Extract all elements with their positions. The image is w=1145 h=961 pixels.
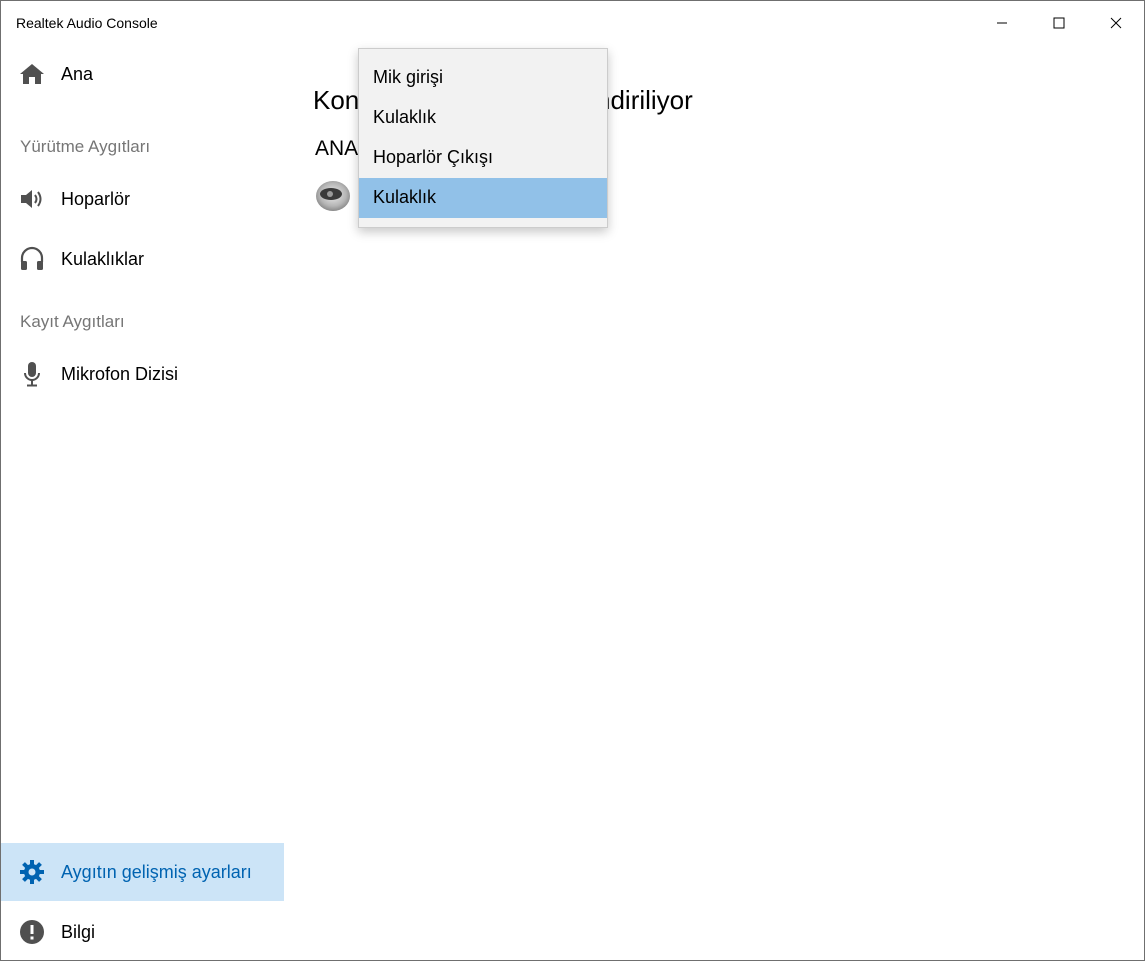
- maximize-icon: [1053, 17, 1064, 29]
- minimize-button[interactable]: [973, 1, 1030, 45]
- home-icon: [18, 60, 46, 88]
- info-icon: [18, 918, 46, 946]
- sidebar-item-label: Aygıtın gelişmiş ayarları: [61, 862, 252, 882]
- dropdown-option-label: Kulaklık: [373, 107, 437, 127]
- sidebar-item-advanced-settings[interactable]: Aygıtın gelişmiş ayarları: [1, 843, 284, 901]
- sidebar-item-label: Bilgi: [61, 922, 96, 942]
- sidebar-item-speaker[interactable]: Hoparlör: [1, 170, 284, 228]
- sidebar-item-label: Kulaklıklar: [61, 249, 145, 269]
- dropdown-option-label: Kulaklık: [373, 187, 437, 207]
- sidebar-item-label: Ana: [61, 64, 94, 84]
- sidebar-item-label: Hoparlör: [61, 189, 131, 209]
- page-title: Kon ndiriliyor: [313, 85, 693, 116]
- output-selector-dropdown: Mik girişi Kulaklık Hoparlör Çıkışı Kula…: [358, 48, 608, 228]
- dropdown-option-headphone-selected[interactable]: Kulaklık: [359, 178, 607, 218]
- eye-icon: [314, 177, 354, 213]
- playback-devices-header: Yürütme Aygıtları: [20, 137, 151, 156]
- speaker-icon: [18, 185, 46, 213]
- sidebar-item-home[interactable]: Ana: [1, 45, 284, 103]
- minimize-icon: [996, 22, 1007, 24]
- sidebar-item-label: Mikrofon Dizisi: [61, 364, 179, 384]
- close-icon: [1110, 17, 1121, 29]
- gear-icon: [18, 858, 46, 886]
- window-title: Realtek Audio Console: [16, 15, 158, 31]
- page-title-left: Kon: [313, 85, 360, 115]
- app-window: Realtek Audio Console Ana Yürütme Aygıtl…: [0, 0, 1145, 961]
- page-title-right: ndiriliyor: [596, 85, 693, 115]
- dropdown-option-headphone[interactable]: Kulaklık: [359, 98, 607, 138]
- title-bar: Realtek Audio Console: [1, 1, 1144, 45]
- recording-devices-header: Kayıt Aygıtları: [20, 312, 125, 331]
- sidebar-item-headphones[interactable]: Kulaklıklar: [1, 230, 284, 288]
- section-label: ANA: [315, 137, 359, 160]
- sidebar-item-microphone-array[interactable]: Mikrofon Dizisi: [1, 345, 284, 403]
- close-button[interactable]: [1087, 1, 1144, 45]
- headphones-icon: [18, 245, 46, 273]
- microphone-icon: [18, 360, 46, 388]
- dropdown-option-mic-input[interactable]: Mik girişi: [359, 58, 607, 98]
- dropdown-option-speaker-out[interactable]: Hoparlör Çıkışı: [359, 138, 607, 178]
- dropdown-option-label: Mik girişi: [373, 67, 443, 87]
- sidebar-item-info[interactable]: Bilgi: [1, 903, 284, 961]
- sidebar: Ana Yürütme Aygıtları Hoparlör Kulaklıkl…: [1, 45, 284, 961]
- maximize-button[interactable]: [1030, 1, 1087, 45]
- dropdown-option-label: Hoparlör Çıkışı: [373, 147, 494, 167]
